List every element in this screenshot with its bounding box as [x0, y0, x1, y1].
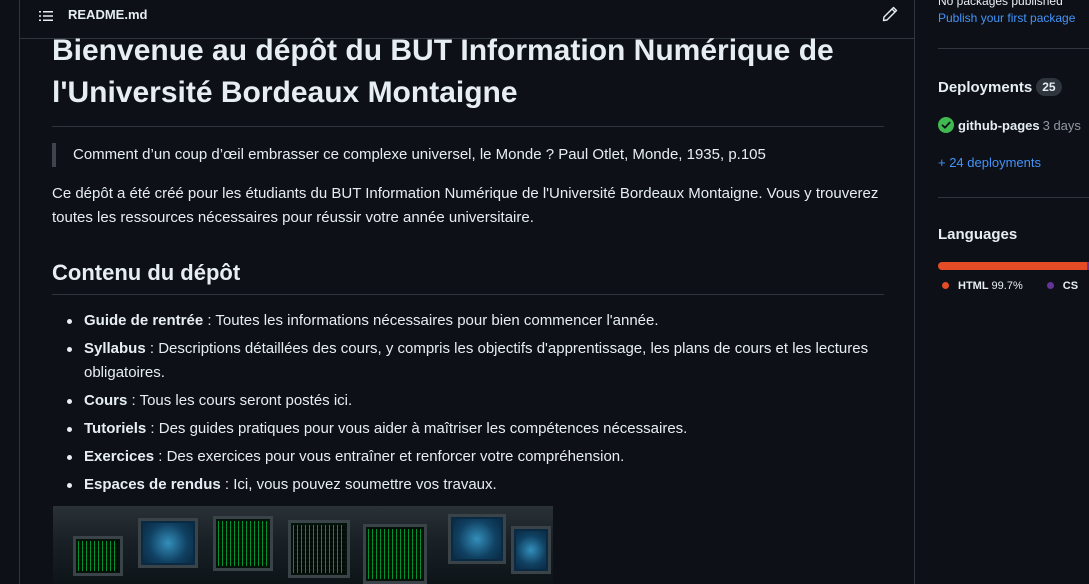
sidebar-divider	[938, 48, 1089, 49]
language-bar	[938, 262, 1089, 270]
list-item: Syllabus : Descriptions détaillées des c…	[67, 337, 884, 385]
list-item-desc: : Toutes les informations nécessaires po…	[203, 312, 659, 329]
monitor-shape	[213, 516, 273, 571]
list-item: Tutoriels : Des guides pratiques pour vo…	[67, 417, 884, 441]
list-item-term: Espaces de rendus	[84, 476, 221, 493]
deployments-heading[interactable]: Deployments 25	[938, 78, 1062, 96]
html-color-dot-icon	[942, 282, 949, 289]
list-item-term: Cours	[84, 392, 128, 409]
monitor-shape	[448, 514, 506, 564]
list-item-term: Tutoriels	[84, 420, 147, 437]
list-item-desc: : Descriptions détaillées des cours, y c…	[84, 340, 869, 381]
list-item: Guide de rentrée : Toutes les informatio…	[67, 309, 884, 333]
readme-filename: README.md	[68, 7, 148, 22]
list-item-term: Exercices	[84, 448, 155, 465]
readme-quote: Comment d’un coup d’œil embrasser ce com…	[52, 143, 884, 167]
language-legend: HTML 99.7% CS	[942, 280, 1089, 292]
readme-content: Bienvenue au dépôt du BUT Information Nu…	[52, 30, 884, 501]
readme-panel: README.md Bienvenue au dépôt du BUT Info…	[19, 0, 915, 584]
table-of-contents-icon[interactable]	[38, 8, 54, 24]
content-list: Guide de rentrée : Toutes les informatio…	[52, 309, 884, 497]
monitor-shape	[511, 526, 551, 574]
language-percent: 99.7%	[991, 280, 1023, 292]
monitor-shape	[73, 536, 123, 576]
list-item-desc: : Des guides pratiques pour vous aider à…	[146, 420, 688, 437]
publish-package-link[interactable]: Publish your first package	[938, 11, 1075, 25]
packages-status: No packages published	[938, 0, 1063, 8]
deployment-time: 3 days	[1042, 118, 1081, 133]
deployments-count-badge: 25	[1036, 78, 1062, 96]
more-deployments-link[interactable]: + 24 deployments	[938, 155, 1041, 170]
list-item: Cours : Tous les cours seront postés ici…	[67, 389, 884, 413]
readme-illustration-image	[53, 506, 553, 584]
monitor-shape	[288, 520, 350, 578]
list-item-desc: : Ici, vous pouvez soumettre vos travaux…	[220, 476, 497, 493]
readme-intro: Ce dépôt a été créé pour les étudiants d…	[52, 185, 879, 226]
check-circle-icon	[938, 117, 954, 133]
section-heading-contenu: Contenu du dépôt	[52, 258, 884, 295]
list-item-term: Guide de rentrée	[84, 312, 204, 329]
readme-heading: Bienvenue au dépôt du BUT Information Nu…	[52, 30, 884, 127]
list-item-desc: : Tous les cours seront postés ici.	[127, 392, 353, 409]
repo-sidebar: No packages published Publish your first…	[938, 0, 1089, 584]
language-name: CS	[1062, 280, 1079, 292]
list-item: Espaces de rendus : Ici, vous pouvez sou…	[67, 473, 884, 497]
languages-heading: Languages	[938, 226, 1018, 243]
language-name: HTML	[958, 280, 989, 292]
list-item: Exercices : Des exercices pour vous entr…	[67, 445, 884, 469]
deployments-heading-label: Deployments	[938, 79, 1033, 96]
monitor-shape	[138, 518, 198, 568]
pencil-edit-icon[interactable]	[882, 6, 898, 22]
list-item-term: Syllabus	[84, 340, 146, 357]
sidebar-divider	[938, 197, 1089, 198]
language-item-html[interactable]: HTML 99.7%	[942, 280, 1023, 292]
list-item-desc: : Des exercices pour vous entraîner et r…	[154, 448, 625, 465]
monitor-shape	[363, 524, 427, 584]
language-item-css[interactable]: CS	[1046, 280, 1079, 292]
deployment-item[interactable]: github-pages 3 days	[938, 117, 1081, 133]
css-color-dot-icon	[1046, 282, 1054, 289]
deployment-name: github-pages	[958, 118, 1040, 133]
